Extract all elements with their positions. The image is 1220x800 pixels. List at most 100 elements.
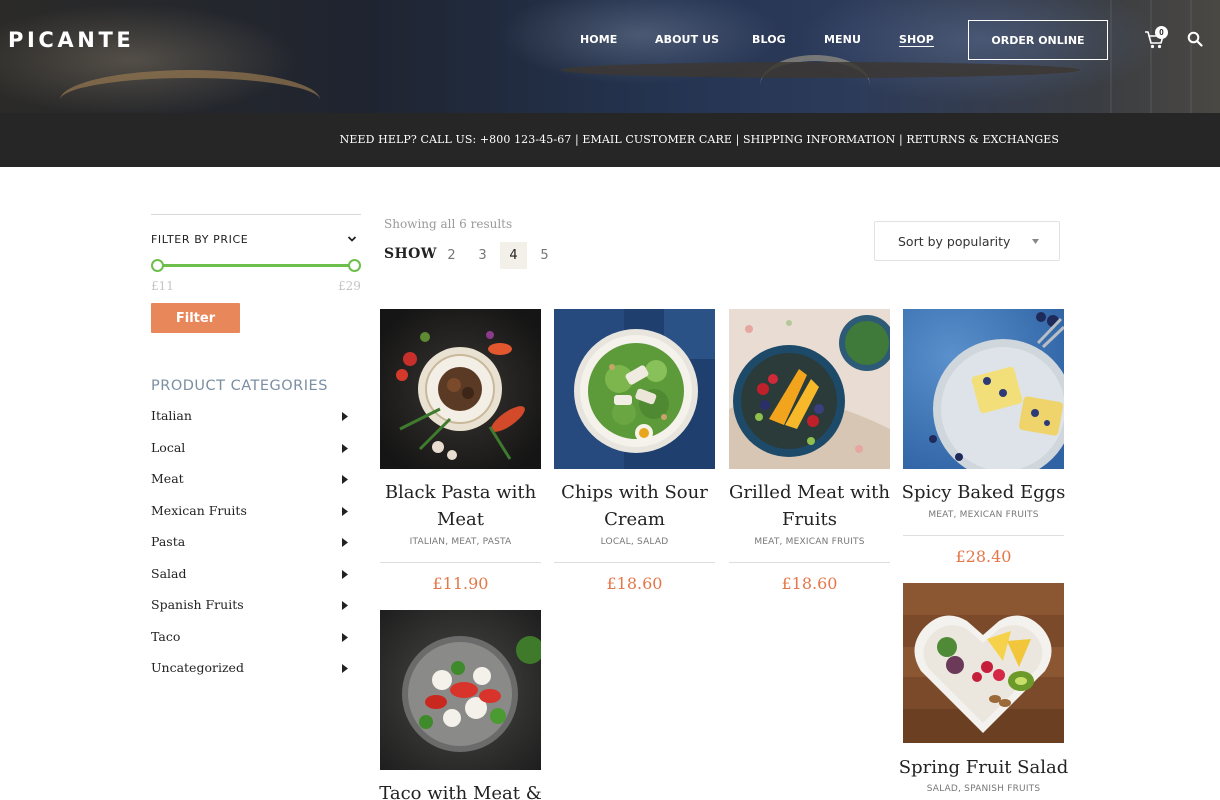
price-range-track[interactable]: [157, 264, 355, 267]
order-online-button[interactable]: ORDER ONLINE: [968, 20, 1108, 60]
price-max-label: £29: [338, 279, 361, 293]
category-label: Meat: [151, 471, 184, 486]
product-card[interactable]: Spring Fruit Salad SALAD, SPANISH FRUITS: [899, 583, 1068, 800]
product-name-line: Spring Fruit Salad: [898, 757, 1069, 778]
product-card[interactable]: Taco with Meat &: [379, 610, 542, 800]
product-name-line: Black Pasta with: [384, 482, 537, 503]
category-label: Mexican Fruits: [151, 502, 247, 518]
product-categories[interactable]: SALAD, SPANISH FRUITS: [893, 784, 1074, 794]
category-label: Italian: [151, 408, 192, 423]
category-label: Pasta: [151, 534, 186, 549]
divider: [729, 562, 890, 563]
show-label: SHOW: [384, 246, 437, 262]
nav-home[interactable]: HOME: [580, 33, 617, 46]
product-categories[interactable]: MEAT, MEXICAN FRUITS: [893, 510, 1074, 520]
product-card[interactable]: Grilled Meat with Fruits MEAT, MEXICAN F…: [729, 309, 890, 599]
category-item-uncategorized[interactable]: Uncategorized: [151, 660, 351, 680]
product-name-line: Fruits: [782, 509, 837, 530]
category-item-spanish-fruits[interactable]: Spanish Fruits: [151, 597, 351, 617]
product-image[interactable]: [554, 309, 715, 469]
divider: [380, 562, 541, 563]
nav-menu[interactable]: MENU: [824, 33, 861, 46]
category-item-salad[interactable]: Salad: [151, 566, 351, 586]
show-option-5[interactable]: 5: [531, 242, 558, 269]
product-categories[interactable]: MEAT, MEXICAN FRUITS: [719, 537, 900, 547]
caret-right-icon: [342, 443, 348, 453]
product-card[interactable]: Spicy Baked Eggs MEAT, MEXICAN FRUITS £2…: [902, 309, 1065, 579]
chevron-down-icon[interactable]: [347, 234, 357, 244]
product-name[interactable]: Chips with Sour Cream: [544, 479, 725, 533]
filter-button[interactable]: Filter: [151, 303, 240, 333]
category-label: Taco: [151, 628, 181, 644]
cart-count-badge: 0: [1155, 26, 1168, 39]
product-name-line: Grilled Meat with: [729, 482, 890, 503]
hero-header: PICANTE HOME ABOUT US BLOG MENU SHOP ORD…: [0, 0, 1220, 113]
product-price: £11.90: [432, 574, 489, 593]
product-name-line: Taco with Meat &: [379, 783, 542, 800]
product-image[interactable]: [380, 309, 541, 469]
results-count: Showing all 6 results: [384, 217, 513, 231]
product-name[interactable]: Grilled Meat with Fruits: [719, 479, 900, 533]
background-plank: [1150, 0, 1152, 113]
category-item-taco[interactable]: Taco: [151, 629, 351, 649]
info-bar: NEED HELP? CALL US: +800 123-45-67 | EMA…: [0, 113, 1220, 167]
filter-by-price-title[interactable]: FILTER BY PRICE: [151, 233, 248, 246]
category-label: Spanish Fruits: [151, 597, 244, 612]
product-categories[interactable]: ITALIAN, MEAT, PASTA: [370, 537, 551, 547]
product-name[interactable]: Black Pasta with Meat: [370, 479, 551, 533]
product-image[interactable]: [380, 610, 541, 770]
product-name[interactable]: Spring Fruit Salad: [893, 754, 1074, 781]
caret-right-icon: [342, 475, 348, 484]
product-name-line: Chips with Sour: [561, 482, 708, 503]
caret-right-icon: [342, 506, 348, 516]
product-price: £18.60: [606, 574, 663, 593]
category-label: Uncategorized: [151, 660, 244, 675]
category-item-local[interactable]: Local: [151, 440, 351, 460]
caret-right-icon: [342, 538, 348, 547]
divider: [903, 535, 1064, 536]
category-item-italian[interactable]: Italian: [151, 408, 351, 428]
category-item-meat[interactable]: Meat: [151, 471, 351, 491]
product-price: £18.60: [781, 574, 838, 593]
search-icon[interactable]: [1187, 31, 1203, 47]
product-image[interactable]: [903, 583, 1064, 743]
product-name[interactable]: Spicy Baked Eggs: [893, 479, 1074, 506]
background-chair: [60, 70, 320, 113]
product-name-line: Spicy Baked Eggs: [901, 482, 1066, 503]
price-range-max-handle[interactable]: [348, 259, 361, 272]
sort-selected-value: Sort by popularity: [898, 234, 1011, 249]
product-name-line: Meat: [436, 509, 485, 530]
category-label: Local: [151, 439, 186, 455]
product-image[interactable]: [729, 309, 890, 469]
category-label: Salad: [151, 565, 187, 581]
product-categories-heading: PRODUCT CATEGORIES: [151, 378, 328, 394]
caret-right-icon: [342, 664, 348, 673]
caret-right-icon: [342, 569, 348, 579]
caret-right-icon: [342, 632, 348, 642]
divider: [151, 214, 361, 215]
product-name-line: Cream: [604, 509, 665, 530]
background-plank: [1190, 0, 1192, 113]
product-price: £28.40: [955, 547, 1012, 566]
show-option-2[interactable]: 2: [438, 242, 465, 269]
price-range-min-handle[interactable]: [151, 259, 164, 272]
product-name[interactable]: Taco with Meat &: [370, 780, 551, 800]
caret-down-icon: [1032, 239, 1039, 244]
caret-right-icon: [342, 601, 348, 610]
nav-blog[interactable]: BLOG: [752, 33, 786, 46]
site-logo[interactable]: PICANTE: [8, 28, 134, 52]
info-bar-text[interactable]: NEED HELP? CALL US: +800 123-45-67 | EMA…: [340, 133, 1059, 146]
product-categories[interactable]: LOCAL, SALAD: [544, 537, 725, 547]
product-image[interactable]: [903, 309, 1064, 469]
nav-shop[interactable]: SHOP: [899, 33, 934, 46]
price-min-label: £11: [151, 279, 174, 293]
sort-select[interactable]: Sort by popularity: [874, 221, 1060, 261]
category-item-pasta[interactable]: Pasta: [151, 534, 351, 554]
nav-about-us[interactable]: ABOUT US: [655, 33, 719, 46]
product-card[interactable]: Black Pasta with Meat ITALIAN, MEAT, PAS…: [380, 309, 541, 599]
category-item-mexican-fruits[interactable]: Mexican Fruits: [151, 503, 351, 523]
show-option-3[interactable]: 3: [469, 242, 496, 269]
show-option-4[interactable]: 4: [500, 242, 527, 269]
background-plank: [1110, 0, 1112, 113]
product-card[interactable]: Chips with Sour Cream LOCAL, SALAD £18.6…: [554, 309, 715, 599]
